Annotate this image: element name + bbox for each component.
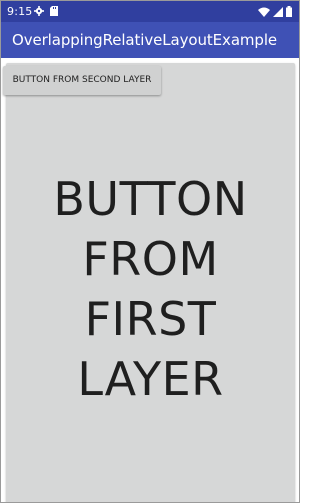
battery-icon [286, 6, 292, 17]
second-layer-button-label: BUTTON FROM SECOND LAYER [12, 75, 152, 85]
first-layer-button-label: BUTTON FROM FIRST LAYER [6, 169, 295, 409]
app-title: OverlappingRelativeLayoutExample [12, 31, 278, 49]
status-bar: 9:15 [1, 1, 299, 22]
first-layer-label-line: BUTTON [53, 172, 248, 226]
status-left-icons [34, 6, 58, 16]
content-area: BUTTON FROM FIRST LAYER BUTTON FROM SECO… [2, 58, 298, 502]
app-bar: OverlappingRelativeLayoutExample [1, 22, 299, 58]
first-layer-label-line: FROM [82, 232, 219, 286]
first-layer-button[interactable]: BUTTON FROM FIRST LAYER [6, 63, 295, 502]
status-right-icons [258, 6, 292, 17]
wifi-icon [258, 7, 270, 17]
first-layer-label-line: FIRST [84, 292, 217, 346]
first-layer-label-line: LAYER [77, 352, 224, 406]
status-time: 9:15 [7, 5, 33, 18]
signal-icon [273, 6, 283, 17]
gear-icon [34, 6, 44, 16]
app-screen: 9:15 OverlappingRelativeLayoutExample BU… [0, 0, 300, 503]
sd-card-icon [50, 6, 58, 16]
second-layer-button[interactable]: BUTTON FROM SECOND LAYER [3, 66, 161, 95]
